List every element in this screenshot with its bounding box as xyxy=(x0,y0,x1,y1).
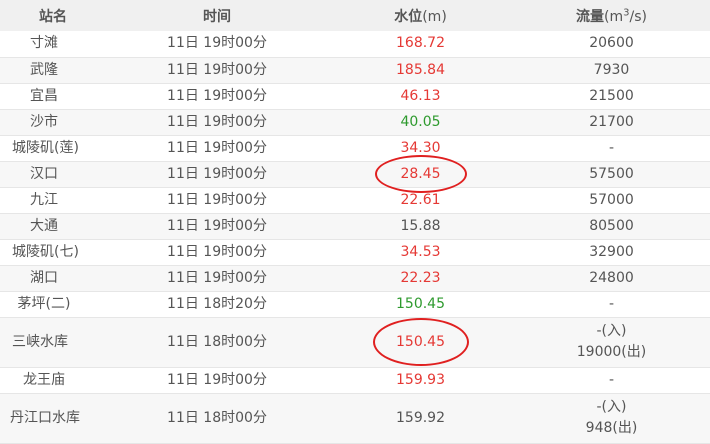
station-name: 九江 xyxy=(30,191,58,208)
flow-cell: 24800 xyxy=(589,269,634,286)
col-header-time: 时间 xyxy=(203,8,231,25)
time-cell: 11日 19时00分 xyxy=(167,139,267,156)
level-cell: 34.53 xyxy=(400,243,441,260)
station-name: 大通 xyxy=(30,217,58,234)
time-cell: 11日 18时00分 xyxy=(167,409,267,426)
flow-cell: 20600 xyxy=(589,35,634,52)
table-row: 茅坪(二) 11日 18时20分 150.45 - xyxy=(0,291,710,317)
flow-cell: - xyxy=(608,371,615,388)
time-cell: 11日 19时00分 xyxy=(167,113,267,130)
level-cell: 168.72 xyxy=(396,35,445,52)
flow-cell: 7930 xyxy=(593,61,630,78)
red-circle-annotation xyxy=(374,155,467,193)
time-cell: 11日 19时00分 xyxy=(167,243,267,260)
flow-in: -(入) xyxy=(596,323,627,339)
flow-cell: 57000 xyxy=(589,191,634,208)
col-header-station: 站名 xyxy=(39,8,67,25)
station-name: 城陵矶(七) xyxy=(12,243,79,260)
flow-in: -(入) xyxy=(596,399,627,415)
station-name: 湖口 xyxy=(30,269,58,286)
level-cell: 46.13 xyxy=(400,87,441,104)
station-name: 茅坪(二) xyxy=(17,295,71,312)
station-name: 龙王庙 xyxy=(23,371,65,388)
table-row: 宜昌 11日 19时00分 46.13 21500 xyxy=(0,83,710,109)
table-row: 汉口 11日 19时00分 28.45 57500 xyxy=(0,155,710,193)
hydrology-table: 站名 时间 水位(m) 流量(m3/s) 寸滩 11日 19时00分 168.7… xyxy=(0,0,710,444)
level-label: 水位 xyxy=(394,8,423,25)
table-row: 丹江口水库 11日 18时00分 159.92 -(入) 948(出) xyxy=(0,393,710,443)
table-header-row: 站名 时间 水位(m) 流量(m3/s) xyxy=(0,0,710,31)
red-circle-annotation xyxy=(372,318,469,366)
flow-cell: -(入) 948(出) xyxy=(513,393,710,443)
flow-cell: 21500 xyxy=(589,87,634,104)
table-row: 九江 11日 19时00分 22.61 57000 xyxy=(0,187,710,213)
station-name: 沙市 xyxy=(30,113,58,130)
flow-label: 流量 xyxy=(576,8,605,25)
station-name: 汉口 xyxy=(30,165,58,182)
station-name: 城陵矶(莲) xyxy=(12,139,79,156)
station-name: 三峡水库 xyxy=(12,333,68,350)
table-row: 武隆 11日 19时00分 185.84 7930 xyxy=(0,57,710,83)
level-cell: 15.88 xyxy=(400,217,441,234)
time-cell: 11日 19时00分 xyxy=(167,87,267,104)
level-cell: 150.45 xyxy=(396,295,445,312)
time-cell: 11日 19时00分 xyxy=(167,61,267,78)
station-name: 武隆 xyxy=(30,61,58,78)
level-cell: 185.84 xyxy=(396,61,445,78)
col-header-level: 水位(m) xyxy=(328,0,513,31)
level-cell: 159.92 xyxy=(396,409,445,426)
time-cell: 11日 19时00分 xyxy=(167,165,267,182)
time-cell: 11日 19时00分 xyxy=(167,191,267,208)
table-row: 龙王庙 11日 19时00分 159.93 - xyxy=(0,367,710,393)
level-cell: 28.45 xyxy=(328,155,513,193)
level-cell: 150.45 xyxy=(328,317,513,367)
level-cell: 22.23 xyxy=(400,269,441,286)
station-name: 丹江口水库 xyxy=(10,409,80,426)
table-row: 湖口 11日 19时00分 22.23 24800 xyxy=(0,265,710,291)
flow-cell: 80500 xyxy=(589,217,634,234)
col-header-flow: 流量(m3/s) xyxy=(513,0,710,31)
flow-cell: 21700 xyxy=(589,113,634,130)
time-cell: 11日 19时00分 xyxy=(167,269,267,286)
time-cell: 11日 18时00分 xyxy=(167,333,267,350)
table-row: 沙市 11日 19时00分 40.05 21700 xyxy=(0,109,710,135)
flow-out: 19000(出) xyxy=(576,344,647,360)
time-cell: 11日 18时20分 xyxy=(167,295,267,312)
station-name: 宜昌 xyxy=(30,87,58,104)
time-cell: 11日 19时00分 xyxy=(167,371,267,388)
table-row: 寸滩 11日 19时00分 168.72 20600 xyxy=(0,31,710,57)
station-name: 寸滩 xyxy=(30,35,58,52)
flow-cell: - xyxy=(608,139,615,156)
table-row: 城陵矶(莲) 11日 19时00分 34.30 - xyxy=(0,135,710,161)
time-cell: 11日 19时00分 xyxy=(167,217,267,234)
level-cell: 40.05 xyxy=(400,113,441,130)
flow-unit: (m3/s) xyxy=(604,6,647,25)
flow-cell: -(入) 19000(出) xyxy=(513,317,710,367)
flow-cell: 32900 xyxy=(589,243,634,260)
table-row: 大通 11日 19时00分 15.88 80500 xyxy=(0,213,710,239)
time-cell: 11日 19时00分 xyxy=(167,35,267,52)
flow-out: 948(出) xyxy=(585,420,638,436)
flow-cell: 57500 xyxy=(589,165,634,182)
table-row: 三峡水库 11日 18时00分 150.45 -(入) 19000(出) xyxy=(0,317,710,367)
flow-cell: - xyxy=(608,295,615,312)
table-row: 城陵矶(七) 11日 19时00分 34.53 32900 xyxy=(0,239,710,265)
level-unit: (m) xyxy=(422,8,447,25)
level-cell: 159.93 xyxy=(396,371,445,388)
